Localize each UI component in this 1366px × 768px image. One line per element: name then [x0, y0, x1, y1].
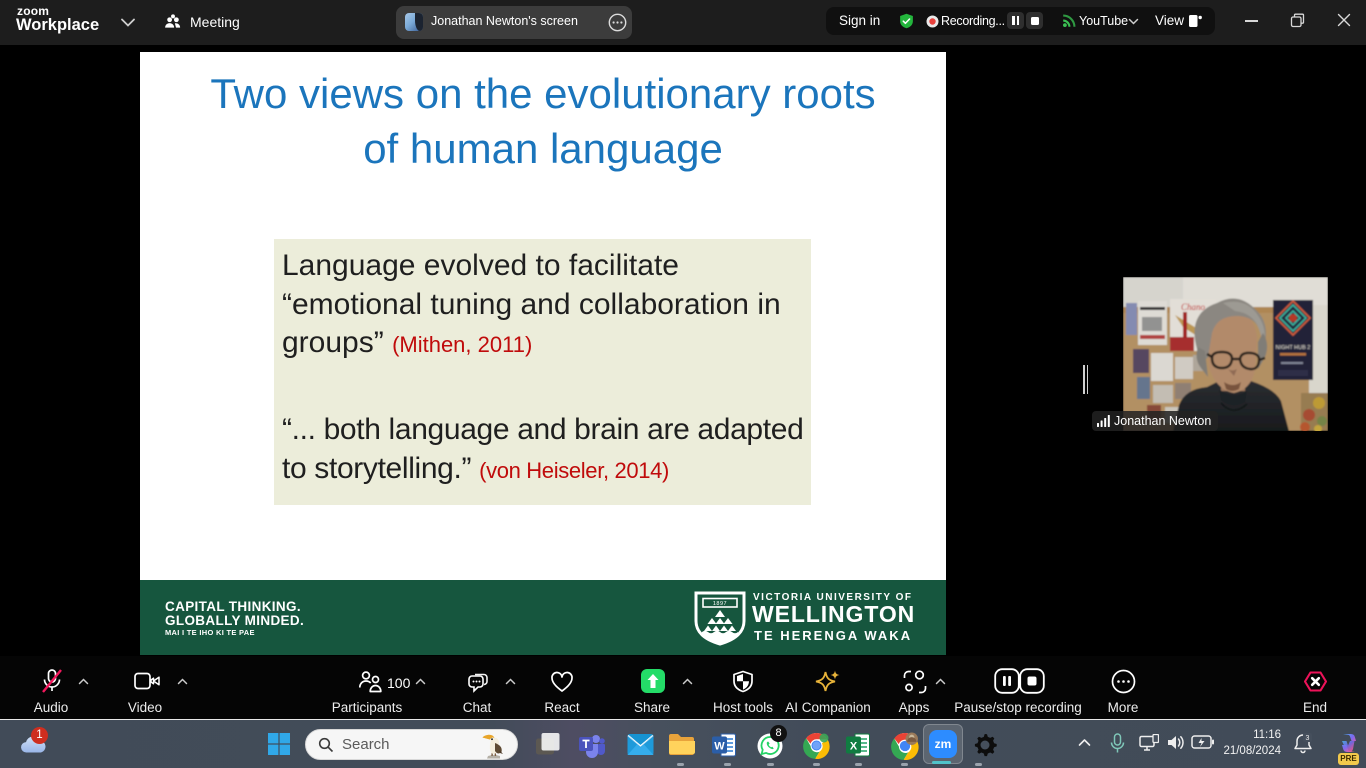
svg-text:X: X [850, 741, 858, 753]
svg-text:3: 3 [1306, 735, 1310, 742]
svg-text:W: W [714, 741, 725, 753]
svg-text:1897: 1897 [713, 601, 727, 607]
